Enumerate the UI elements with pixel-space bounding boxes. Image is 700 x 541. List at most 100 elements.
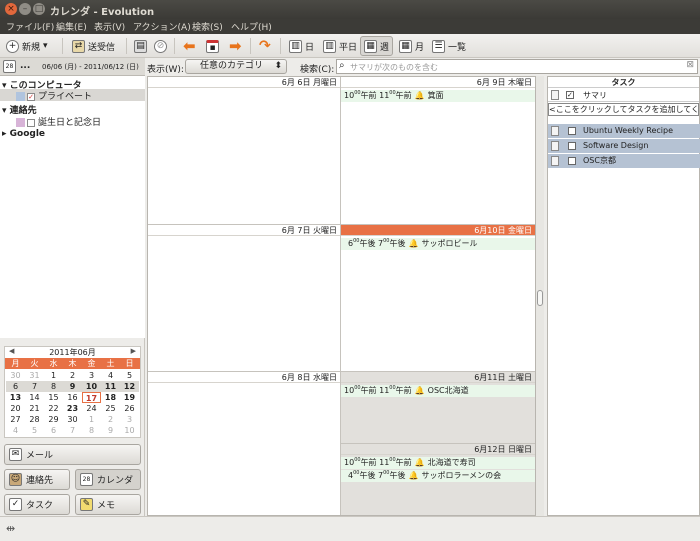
goto-date-button[interactable]: ↷ bbox=[256, 36, 274, 56]
event-item[interactable]: 400午後 700午後 🔔 サッポロラーメンの会 bbox=[341, 470, 535, 482]
new-button[interactable]: + 新規 ▾ bbox=[3, 36, 51, 56]
view-month-button[interactable]: ▦ 月 bbox=[396, 36, 427, 56]
mini-calendar-day[interactable]: 5 bbox=[120, 370, 139, 381]
menu-action[interactable]: アクション(A) bbox=[133, 20, 191, 33]
mini-calendar-day[interactable]: 10 bbox=[120, 425, 139, 436]
mini-calendar-day[interactable]: 1 bbox=[82, 414, 101, 425]
mini-calendar-day[interactable]: 20 bbox=[6, 403, 25, 414]
task-row[interactable]: OSC京都 bbox=[548, 154, 700, 168]
mini-calendar-day[interactable]: 11 bbox=[101, 381, 120, 392]
mini-calendar-day[interactable]: 12 bbox=[120, 381, 139, 392]
day-cell-tue[interactable]: 6月 7日 火曜日 bbox=[148, 224, 341, 371]
event-item[interactable]: 1000午前 1100午前 🔔 北海道で寿司 bbox=[341, 457, 535, 469]
switcher-tasks-button[interactable]: ✓ タスク bbox=[4, 494, 70, 515]
mini-calendar-day[interactable]: 4 bbox=[101, 370, 120, 381]
switcher-memos-button[interactable]: ✎ メモ bbox=[75, 494, 141, 515]
switcher-mail-button[interactable]: ✉ メール bbox=[4, 444, 141, 465]
pane-resize-handle[interactable] bbox=[537, 290, 543, 306]
mini-calendar-day[interactable]: 27 bbox=[6, 414, 25, 425]
mini-calendar-day[interactable]: 6 bbox=[6, 381, 25, 392]
task-row[interactable]: Software Design bbox=[548, 139, 700, 153]
day-cell-wed[interactable]: 6月 8日 水曜日 bbox=[148, 371, 341, 515]
send-receive-button[interactable]: ⇄ 送受信 bbox=[69, 36, 118, 56]
mini-calendar-day[interactable]: 22 bbox=[44, 403, 63, 414]
day-cell-fri[interactable]: 6月10日 金曜日 600午後 700午後 🔔 サッポロビール bbox=[341, 224, 535, 371]
print-button[interactable]: ▤ bbox=[131, 36, 150, 56]
menu-search[interactable]: 検索(S) bbox=[192, 20, 223, 33]
mini-calendar-day[interactable]: 7 bbox=[63, 425, 82, 436]
menu-file[interactable]: ファイル(F) bbox=[6, 20, 54, 33]
mini-calendar-day[interactable]: 23 bbox=[63, 403, 82, 414]
event-item[interactable]: 600午後 700午後 🔔 サッポロビール bbox=[341, 238, 535, 250]
source-item-birthdays[interactable]: 誕生日と記念日 bbox=[16, 115, 101, 128]
category-select[interactable]: 任意のカテゴリ ⬍ bbox=[185, 59, 287, 74]
mini-calendar-day[interactable]: 31 bbox=[25, 370, 44, 381]
task-column-header[interactable]: ✓ サマリ bbox=[548, 89, 699, 102]
mini-calendar-day[interactable]: 2 bbox=[63, 370, 82, 381]
day-cell-thu[interactable]: 6月 9日 木曜日 1000午前 1100午前 🔔 箕面 bbox=[341, 77, 535, 224]
maximize-icon[interactable]: □ bbox=[33, 3, 45, 15]
delete-button[interactable]: ⊘ bbox=[151, 36, 170, 56]
mini-calendar-day[interactable]: 3 bbox=[120, 414, 139, 425]
source-item-private[interactable]: ✓ プライベート bbox=[0, 89, 145, 102]
mini-calendar-day[interactable]: 4 bbox=[6, 425, 25, 436]
task-row[interactable]: Ubuntu Weekly Recipe bbox=[548, 124, 700, 138]
mini-calendar-day[interactable]: 10 bbox=[82, 381, 101, 392]
task-checkbox[interactable] bbox=[568, 142, 576, 150]
view-workweek-button[interactable]: ▥ 平日 bbox=[320, 36, 360, 56]
mini-calendar-day[interactable]: 1 bbox=[44, 370, 63, 381]
day-cell-sun[interactable]: 6月12日 日曜日 1000午前 1100午前 🔔 北海道で寿司 400午後 700… bbox=[341, 443, 535, 515]
mini-calendar-day[interactable]: 15 bbox=[44, 392, 63, 403]
menu-edit[interactable]: 編集(E) bbox=[56, 20, 87, 33]
checkbox-icon[interactable] bbox=[27, 118, 35, 127]
event-item[interactable]: 1000午前 1100午前 🔔 OSC北海道 bbox=[341, 385, 535, 397]
mini-calendar-day[interactable]: 16 bbox=[63, 392, 82, 403]
search-icon[interactable]: ⌕ bbox=[339, 60, 345, 71]
mini-calendar-day[interactable]: 28 bbox=[25, 414, 44, 425]
mini-calendar-day[interactable]: 13 bbox=[6, 392, 25, 403]
mini-calendar-day[interactable]: 19 bbox=[120, 392, 139, 403]
mini-calendar-day[interactable]: 25 bbox=[101, 403, 120, 414]
mini-calendar-day[interactable]: 26 bbox=[120, 403, 139, 414]
mini-calendar-day[interactable]: 9 bbox=[101, 425, 120, 436]
day-cell-mon[interactable]: 6月 6日 月曜日 bbox=[148, 77, 341, 224]
checkbox-icon[interactable]: ✓ bbox=[27, 92, 35, 101]
offline-plug-icon[interactable]: ⇹ bbox=[6, 522, 15, 535]
mini-calendar-day[interactable]: 30 bbox=[6, 370, 25, 381]
clear-icon[interactable]: ⊠ bbox=[686, 60, 694, 70]
source-group-google[interactable]: ▸ Google bbox=[2, 129, 45, 139]
day-cell-sat[interactable]: 6月11日 土曜日 1000午前 1100午前 🔔 OSC北海道 bbox=[341, 371, 535, 443]
mini-calendar-today[interactable]: 17 bbox=[82, 392, 101, 403]
mini-calendar-day[interactable]: 30 bbox=[63, 414, 82, 425]
view-week-button[interactable]: ▦ 週 bbox=[360, 36, 394, 56]
mini-calendar-day[interactable]: 21 bbox=[25, 403, 44, 414]
mini-calendar-day[interactable]: 5 bbox=[25, 425, 44, 436]
mini-calendar-day[interactable]: 29 bbox=[44, 414, 63, 425]
prev-month-icon[interactable]: ◀ bbox=[9, 347, 14, 355]
view-list-button[interactable]: ☰ 一覧 bbox=[429, 36, 469, 56]
mini-calendar-day[interactable]: 18 bbox=[101, 392, 120, 403]
view-day-button[interactable]: ▥ 日 bbox=[286, 36, 317, 56]
forward-button[interactable]: ➡ bbox=[226, 36, 245, 56]
switcher-contacts-button[interactable]: ☺ 連絡先 bbox=[4, 469, 70, 490]
mini-calendar-day[interactable]: 24 bbox=[82, 403, 101, 414]
close-icon[interactable]: × bbox=[5, 3, 17, 15]
menu-view[interactable]: 表示(V) bbox=[94, 20, 125, 33]
menu-help[interactable]: ヘルプ(H) bbox=[231, 20, 272, 33]
switcher-calendar-button[interactable]: 28 カレンダ bbox=[75, 469, 141, 490]
add-task-field[interactable]: <ここをクリックしてタスクを追加してくだ bbox=[548, 103, 699, 116]
today-button[interactable]: ▪ bbox=[203, 36, 222, 56]
mini-calendar-day[interactable]: 8 bbox=[82, 425, 101, 436]
mini-calendar-day[interactable]: 9 bbox=[63, 381, 82, 392]
mini-calendar-day[interactable]: 3 bbox=[82, 370, 101, 381]
task-checkbox[interactable] bbox=[568, 157, 576, 165]
mini-calendar-day[interactable]: 14 bbox=[25, 392, 44, 403]
search-input[interactable]: ⌕ サマリが次のものを含む ⊠ bbox=[336, 59, 698, 74]
next-month-icon[interactable]: ▶ bbox=[131, 347, 136, 355]
task-checkbox[interactable] bbox=[568, 127, 576, 135]
back-button[interactable]: ⬅ bbox=[180, 36, 199, 56]
mini-calendar-day[interactable]: 7 bbox=[25, 381, 44, 392]
mini-calendar-day[interactable]: 2 bbox=[101, 414, 120, 425]
minimize-icon[interactable]: – bbox=[19, 3, 31, 15]
mini-calendar-day[interactable]: 6 bbox=[44, 425, 63, 436]
